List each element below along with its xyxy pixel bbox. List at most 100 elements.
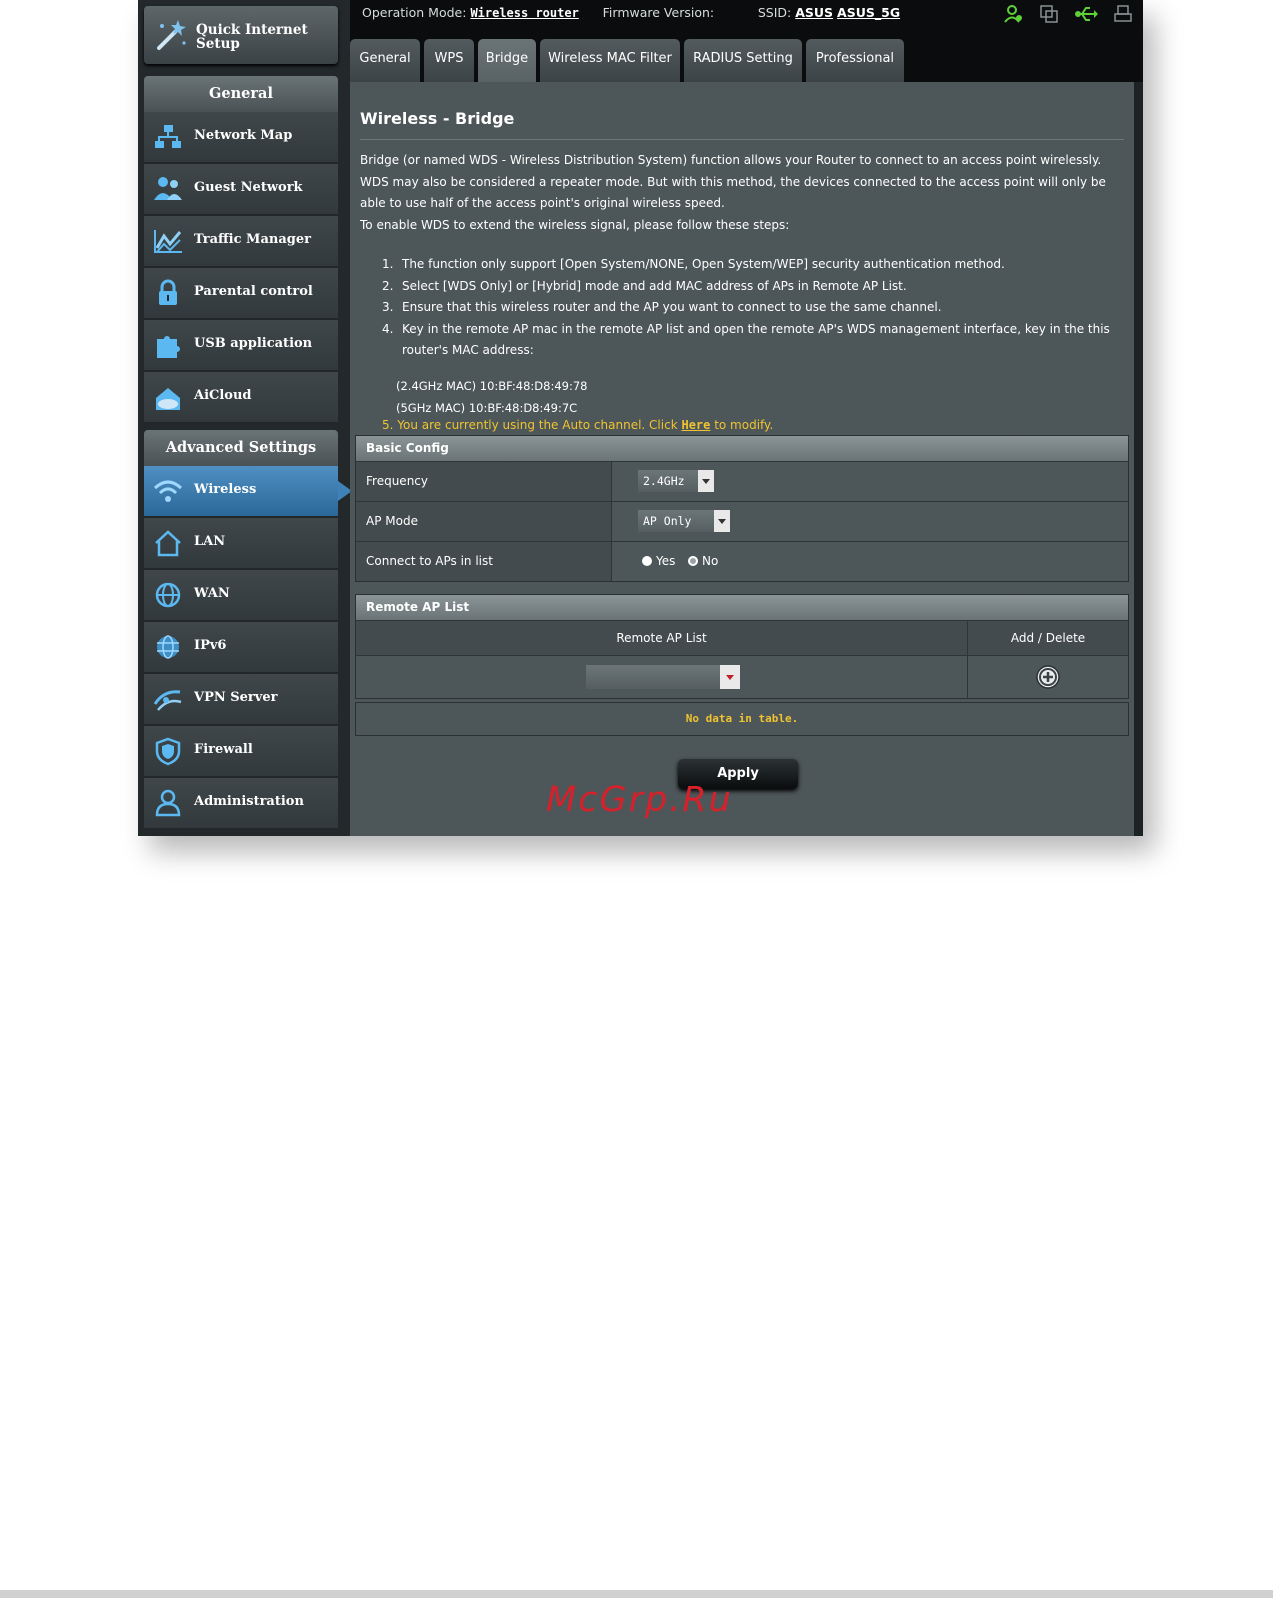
tab-professional[interactable]: Professional [806, 39, 904, 82]
connect-aps-label: Connect to APs in list [356, 542, 612, 581]
watermark: McGrp.Ru [546, 780, 733, 820]
add-circle-icon[interactable] [1035, 664, 1061, 690]
mac-5ghz: (5GHz MAC) 10:BF:48:D8:49:7C [396, 400, 578, 415]
clients-icon[interactable] [1003, 4, 1024, 28]
cloud-house-icon [156, 388, 180, 410]
sidebar-item-label: Network Map [194, 128, 293, 143]
ap-mode-select[interactable]: AP Only [638, 510, 730, 532]
here-link[interactable]: Here [681, 418, 710, 432]
frequency-select[interactable]: 2.4GHz [638, 470, 714, 492]
ssid-link-24[interactable]: ASUS [795, 5, 833, 20]
traffic-manager-icon [154, 230, 182, 253]
sidebar-item-traffic-manager[interactable]: Traffic Manager [144, 216, 338, 268]
sidebar-item-network-map[interactable]: Network Map [144, 112, 338, 164]
page-title: Wireless - Bridge [360, 109, 515, 128]
sidebar-item-label: Administration [194, 794, 304, 809]
chevron-down-icon [714, 510, 730, 532]
user-icon [155, 789, 181, 817]
title-divider [360, 139, 1124, 140]
sidebar-item-guest-network[interactable]: Guest Network [144, 164, 338, 216]
mac-addresses: (2.4GHz MAC) 10:BF:48:D8:49:78 (5GHz MAC… [396, 376, 587, 419]
sidebar-item-lan[interactable]: LAN [144, 518, 338, 570]
sidebar-item-label: VPN Server [194, 690, 278, 705]
page-bottom-divider [0, 1590, 1273, 1598]
tab-general[interactable]: General [350, 39, 420, 82]
sidebar-item-administration[interactable]: Administration [144, 778, 338, 830]
column-remote-ap-list: Remote AP List [356, 621, 968, 655]
sidebar-item-label: Guest Network [194, 180, 303, 195]
general-menu: General Network Map Guest Network Traffi… [144, 76, 338, 424]
radio-yes[interactable]: Yes [642, 554, 675, 568]
sidebar-item-label: Parental control [194, 284, 313, 299]
lock-icon [159, 279, 177, 305]
sidebar-item-parental-control[interactable]: Parental control [144, 268, 338, 320]
radio-no[interactable]: No [688, 554, 718, 568]
column-add-delete: Add / Delete [1010, 631, 1086, 645]
remote-ap-select[interactable] [586, 665, 740, 689]
ssid-label: SSID: [757, 5, 792, 20]
magic-wand-icon [157, 20, 186, 50]
operation-mode-link[interactable]: Wireless router [470, 6, 578, 20]
remote-ap-table-header: Remote AP List Add / Delete [356, 620, 1128, 655]
quick-internet-setup-button[interactable]: Quick Internet Setup [144, 6, 338, 64]
auto-channel-note: 5. You are currently using the Auto chan… [382, 418, 774, 432]
copy-icon[interactable] [1039, 4, 1059, 28]
sidebar-item-wireless[interactable]: Wireless [144, 466, 352, 518]
ipv6-globe-icon [157, 635, 179, 659]
tab-bridge[interactable]: Bridge [478, 39, 536, 82]
sidebar-item-label: USB application [194, 336, 313, 351]
status-icons [994, 4, 1133, 28]
general-header: General [144, 76, 338, 112]
sidebar-item-ipv6[interactable]: IPv6 [144, 622, 338, 674]
router-admin-screenshot: Quick Internet Setup General Network Map… [138, 0, 1143, 836]
sidebar-item-vpn-server[interactable]: VPN Server [144, 674, 338, 726]
frequency-row: Frequency 2.4GHz [356, 461, 1128, 501]
sidebar-item-label: WAN [194, 586, 230, 601]
list-item: 1. The function only support [Open System… [382, 257, 1005, 271]
chevron-down-icon [720, 665, 740, 689]
remote-ap-list-panel: Remote AP List Remote AP List Add / Dele… [355, 594, 1129, 699]
sidebar-item-wan[interactable]: WAN [144, 570, 338, 622]
printer-icon[interactable] [1113, 4, 1133, 28]
network-map-icon [155, 125, 181, 148]
sidebar-item-usb-application[interactable]: USB application [144, 320, 338, 372]
shield-icon [155, 737, 181, 766]
enable-intro-text: To enable WDS to extend the wireless sig… [360, 217, 790, 232]
quick-internet-setup-label: Quick Internet Setup [196, 22, 308, 52]
list-item: 3. Ensure that this wireless router and t… [382, 300, 942, 314]
wifi-icon [153, 480, 183, 502]
remote-ap-list-header: Remote AP List [356, 595, 1128, 620]
vpn-icon [153, 690, 182, 711]
sidebar-item-firewall[interactable]: Firewall [144, 726, 338, 778]
globe-icon [155, 582, 181, 608]
guest-network-icon [154, 177, 182, 200]
basic-config-header: Basic Config [356, 436, 1128, 461]
usb-icon[interactable] [1074, 4, 1098, 28]
house-icon [155, 530, 181, 557]
sidebar-item-label: Firewall [194, 742, 253, 757]
firmware-version-label: Firmware Version: [602, 5, 715, 20]
tab-radius-setting[interactable]: RADIUS Setting [684, 39, 802, 82]
steps-list: 1. The function only support [Open System… [382, 254, 1122, 362]
sidebar-item-label: LAN [194, 534, 226, 549]
tab-wireless-mac-filter[interactable]: Wireless MAC Filter [540, 39, 680, 82]
status-info: Operation Mode: Wireless router Firmware… [362, 5, 900, 20]
advanced-settings-menu: Advanced Settings Wireless LAN WAN IPv6 … [144, 430, 352, 830]
ssid-link-5g[interactable]: ASUS_5G [837, 5, 900, 20]
add-ap-row [356, 655, 1128, 698]
sidebar-item-label: IPv6 [194, 638, 227, 653]
description: Bridge (or named WDS - Wireless Distribu… [360, 150, 1120, 236]
sidebar: Quick Internet Setup General Network Map… [138, 0, 352, 836]
connect-aps-row: Connect to APs in list Yes No [356, 541, 1128, 581]
list-item: 4. Key in the remote AP mac in the remote… [382, 321, 1110, 358]
frequency-label: Frequency [356, 462, 612, 501]
main-content: Wireless - Bridge Bridge (or named WDS -… [350, 82, 1134, 836]
ap-mode-label: AP Mode [356, 502, 612, 541]
operation-mode-label: Operation Mode: [362, 5, 467, 20]
mac-24ghz: (2.4GHz MAC) 10:BF:48:D8:49:78 [396, 379, 588, 393]
tab-wps[interactable]: WPS [424, 39, 474, 82]
sidebar-item-label: Wireless [194, 482, 257, 497]
sidebar-item-aicloud[interactable]: AiCloud [144, 372, 338, 424]
basic-config-panel: Basic Config Frequency 2.4GHz AP Mode AP… [355, 435, 1129, 582]
advanced-settings-header: Advanced Settings [144, 430, 338, 466]
